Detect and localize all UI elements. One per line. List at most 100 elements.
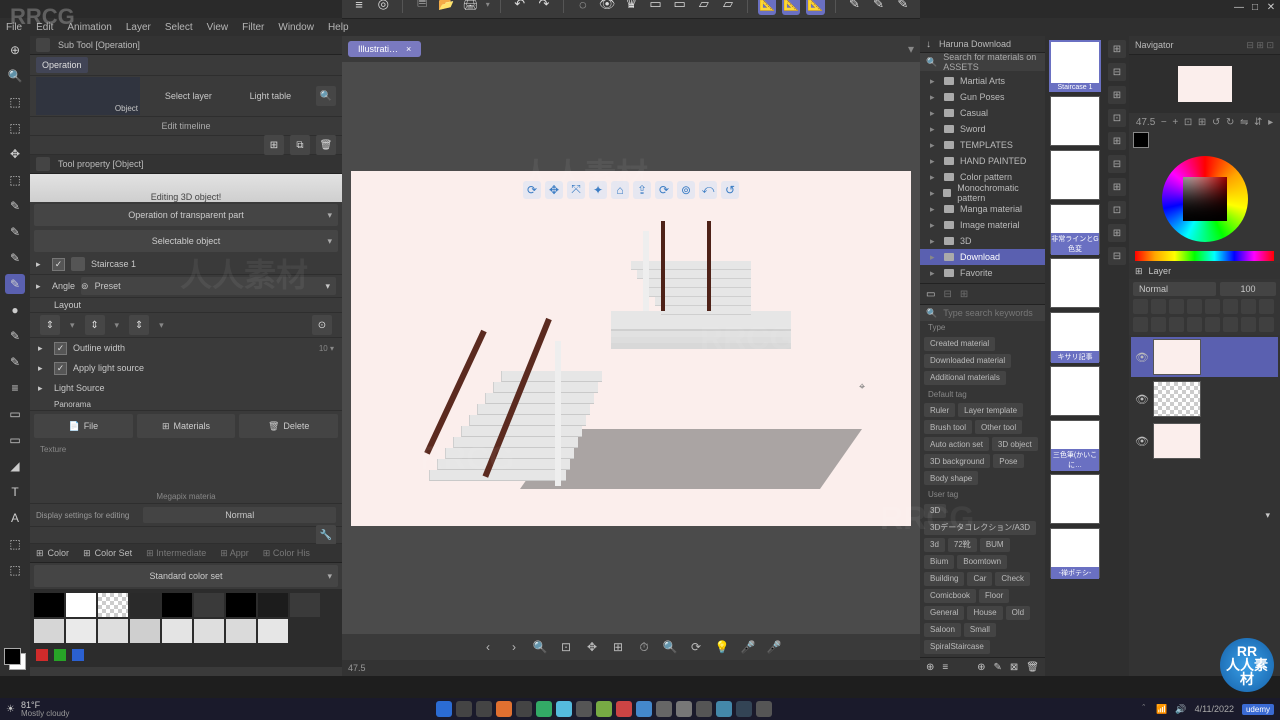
task-app-5[interactable] <box>556 701 572 717</box>
layout-icon-1[interactable]: ⇕ <box>40 315 60 335</box>
display-mode-dropdown[interactable]: Normal▾ <box>143 507 336 523</box>
subtool-del-icon[interactable]: 🗑 <box>316 135 336 155</box>
chip-green[interactable] <box>54 649 66 661</box>
panel-icon-1[interactable]: ⊞ <box>1108 40 1126 58</box>
bottom-icon-5[interactable]: ⊠ <box>1010 662 1018 673</box>
tool-6[interactable]: ✎ <box>5 196 25 216</box>
rotate-l-icon[interactable]: ↺ <box>1212 117 1220 128</box>
tag-3d-object[interactable]: 3D object <box>992 437 1038 451</box>
outline-check[interactable]: ✓ <box>54 342 67 355</box>
tag-comicbook[interactable]: Comicbook <box>924 589 976 603</box>
material-thumb-9[interactable]: -禅ポテシ- <box>1050 528 1100 578</box>
zoom-in-icon[interactable]: + <box>1172 117 1178 128</box>
panel-icon-8[interactable]: ⊡ <box>1108 201 1126 219</box>
tool-3[interactable]: ⬚ <box>5 118 25 138</box>
layer-btn-1[interactable] <box>1133 299 1148 314</box>
tag-3d-background[interactable]: 3D background <box>924 454 990 468</box>
ctx-icon-7[interactable]: ⊚ <box>677 181 695 199</box>
layer-visibility-icon[interactable]: 👁 <box>1135 393 1149 406</box>
tag-additional-materials[interactable]: Additional materials <box>924 371 1006 385</box>
footer-icon-8[interactable]: ⟳ <box>687 638 705 656</box>
task-app-8[interactable] <box>616 701 632 717</box>
layer-btn-7[interactable] <box>1241 299 1256 314</box>
top-csp-icon[interactable]: ◎ <box>374 0 392 15</box>
swatch-4[interactable] <box>162 593 192 617</box>
task-app-6[interactable] <box>576 701 592 717</box>
tool-10[interactable]: ● <box>5 300 25 320</box>
footer-icon-9[interactable]: 💡 <box>713 638 731 656</box>
layout-icon-2[interactable]: ⇕ <box>85 315 105 335</box>
layer-btn-14[interactable] <box>1223 317 1238 332</box>
swatch-7[interactable] <box>258 593 288 617</box>
footer-icon-10[interactable]: 🎤 <box>739 638 757 656</box>
task-windows-icon[interactable] <box>436 701 452 717</box>
subtool-detail-icon[interactable]: 🔍 <box>316 86 336 106</box>
footer-icon-0[interactable]: ‹ <box>479 638 497 656</box>
col-select-layer[interactable]: Select layer <box>165 91 212 101</box>
tag-created-material[interactable]: Created material <box>924 337 995 351</box>
material-thumb-6[interactable] <box>1050 366 1100 416</box>
layer-btn-5[interactable] <box>1205 299 1220 314</box>
btn-materials[interactable]: ⊞ Materials <box>137 414 236 438</box>
tag-general[interactable]: General <box>924 606 964 620</box>
material-thumb-4[interactable] <box>1050 258 1100 308</box>
layer-visibility-icon[interactable]: 👁 <box>1135 435 1149 448</box>
task-app-14[interactable] <box>736 701 752 717</box>
top-eye-icon[interactable]: 👁 <box>598 0 616 15</box>
tool-15[interactable]: ▭ <box>5 430 25 450</box>
task-app-13[interactable] <box>716 701 732 717</box>
hue-slider[interactable] <box>1135 251 1274 261</box>
tag-brush-tool[interactable]: Brush tool <box>924 420 972 434</box>
swatch-3[interactable] <box>130 593 160 617</box>
swatch-14[interactable] <box>194 619 224 643</box>
layer-btn-6[interactable] <box>1223 299 1238 314</box>
layer-visibility-icon[interactable]: 👁 <box>1135 351 1149 364</box>
tag-saloon[interactable]: Saloon <box>924 623 961 637</box>
swatch-16[interactable] <box>258 619 288 643</box>
top-crown-icon[interactable]: ♛ <box>622 0 640 15</box>
tag-old[interactable]: Old <box>1006 606 1030 620</box>
ctx-icon-2[interactable]: ⤧ <box>567 181 585 199</box>
tag-building[interactable]: Building <box>924 572 964 586</box>
swatch-2[interactable] <box>98 593 128 617</box>
layer-0[interactable]: 👁 <box>1131 337 1278 377</box>
menu-layer[interactable]: Layer <box>126 22 151 33</box>
ctx-icon-8[interactable]: ⤺ <box>699 181 717 199</box>
document-tab[interactable]: Illustrati… × <box>348 41 421 57</box>
toolprop-detail-icon[interactable]: 🔧 <box>316 525 336 545</box>
top-edit2-icon[interactable]: ✎ <box>870 0 888 15</box>
folder-favorite[interactable]: ▸Favorite <box>920 265 1045 281</box>
task-app-9[interactable] <box>636 701 652 717</box>
tag-bium[interactable]: Bium <box>924 555 954 569</box>
rotate-r-icon[interactable]: ↻ <box>1226 117 1234 128</box>
tag-auto-action-set[interactable]: Auto action set <box>924 437 989 451</box>
task-app-7[interactable] <box>596 701 612 717</box>
window-close[interactable]: ✕ <box>1264 0 1278 14</box>
material-thumb-0[interactable]: Staircase 1 <box>1049 40 1101 92</box>
assets-search[interactable]: 🔍Search for materials on ASSETS <box>920 53 1045 71</box>
tab-dropdown-icon[interactable]: ▾ <box>908 42 914 56</box>
window-maximize[interactable]: □ <box>1248 0 1262 14</box>
layer-2[interactable]: 👁 <box>1131 421 1278 461</box>
menu-help[interactable]: Help <box>328 22 349 33</box>
folder-hand-painted[interactable]: ▸HAND PAINTED <box>920 153 1045 169</box>
folder-monochromatic-pattern[interactable]: ▸Monochromatic pattern <box>920 185 1045 201</box>
tool-0[interactable]: ⊕ <box>5 40 25 60</box>
folder-casual[interactable]: ▸Casual <box>920 105 1045 121</box>
bottom-icon-2[interactable]: ≡ <box>942 662 948 673</box>
navigator-view[interactable] <box>1129 55 1280 113</box>
view-split-icon[interactable]: ⊟ <box>943 289 951 300</box>
tool-7[interactable]: ✎ <box>5 222 25 242</box>
menu-select[interactable]: Select <box>165 22 193 33</box>
blend-mode-dropdown[interactable]: Normal <box>1133 282 1216 296</box>
bottom-icon-3[interactable]: ⊕ <box>977 662 985 673</box>
zoom-100-icon[interactable]: ⊞ <box>1198 117 1206 128</box>
tool-17[interactable]: T <box>5 482 25 502</box>
layer-btn-8[interactable] <box>1259 299 1274 314</box>
tag-ruler[interactable]: Ruler <box>924 403 955 417</box>
menu-animation[interactable]: Animation <box>67 22 111 33</box>
window-minimize[interactable]: — <box>1232 0 1246 14</box>
task-app-15[interactable] <box>756 701 772 717</box>
ctx-icon-0[interactable]: ⟳ <box>523 181 541 199</box>
layer-btn-10[interactable] <box>1151 317 1166 332</box>
